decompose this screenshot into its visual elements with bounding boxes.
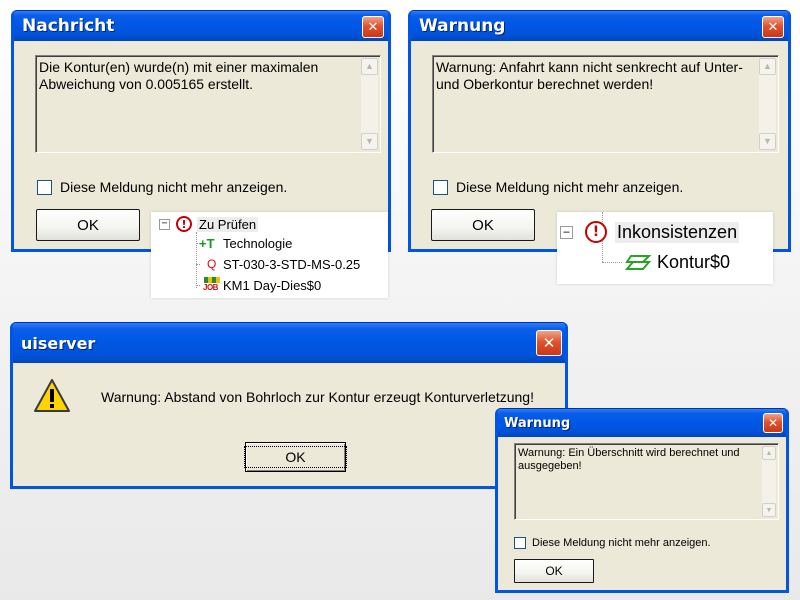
window-title: Warnung — [419, 16, 506, 36]
scroll-up-icon[interactable]: ▲ — [759, 58, 776, 75]
dont-show-again-checkbox[interactable]: Diese Meldung nicht mehr anzeigen. — [514, 537, 711, 549]
close-button[interactable]: ✕ — [536, 330, 562, 356]
collapse-icon[interactable]: − — [159, 218, 170, 230]
message-box: Die Kontur(en) wurde(n) mit einer maxima… — [35, 55, 381, 153]
tree-item-label: ST-030-3-STD-MS-0.25 — [223, 256, 361, 272]
titlebar[interactable]: uiserver ✕ — [13, 323, 565, 363]
ok-label: OK — [244, 446, 347, 468]
message-text: Warnung: Abstand von Bohrloch zur Kontur… — [101, 389, 534, 405]
ok-button[interactable]: OK — [244, 442, 347, 472]
collapse-icon[interactable]: − — [560, 225, 573, 239]
tree-item[interactable]: JOB KM1 Day-Dies$0 — [196, 276, 322, 294]
close-icon: ✕ — [767, 416, 779, 430]
close-button[interactable]: ✕ — [762, 16, 784, 38]
scrollbar[interactable]: ▲ ▼ — [759, 58, 776, 150]
scroll-down-icon[interactable]: ▼ — [759, 133, 776, 150]
titlebar[interactable]: Warnung ✕ — [498, 409, 786, 437]
message-box: Warnung: Ein Überschnitt wird berechnet … — [514, 443, 779, 520]
checkbox-box[interactable] — [514, 537, 526, 549]
scroll-down-icon[interactable]: ▼ — [361, 133, 378, 150]
close-icon: ✕ — [367, 19, 379, 35]
titlebar[interactable]: Nachricht ✕ — [14, 11, 388, 41]
tree-item[interactable]: +T Technologie — [196, 234, 293, 252]
checkbox-box[interactable] — [37, 179, 52, 195]
titlebar[interactable]: Warnung ✕ — [411, 11, 788, 41]
tree-item[interactable]: Kontur$0 — [623, 250, 730, 274]
tree-root-label: Zu Prüfen — [197, 216, 259, 232]
warning-circle-icon: ! — [585, 221, 607, 243]
message-text: Die Kontur(en) wurde(n) mit einer maxima… — [39, 59, 319, 92]
tree-branch — [196, 243, 200, 244]
tree-branch — [196, 264, 200, 265]
close-icon: ✕ — [542, 334, 556, 352]
dont-show-again-checkbox[interactable]: Diese Meldung nicht mehr anzeigen. — [37, 179, 287, 195]
checkbox-label: Diese Meldung nicht mehr anzeigen. — [532, 537, 711, 549]
close-icon: ✕ — [767, 19, 779, 35]
checkbox-label: Diese Meldung nicht mehr anzeigen. — [60, 179, 288, 195]
message-text: Warnung: Anfahrt kann nicht senkrecht au… — [436, 59, 743, 92]
ok-label: OK — [545, 564, 563, 578]
tree-panel-zu-pruefen: − ! Zu Prüfen +T Technologie Q ST-030-3-… — [151, 212, 388, 298]
window-title: Warnung — [504, 415, 571, 431]
job-icon: JOB — [199, 276, 223, 294]
dialog-body: Warnung: Abstand von Bohrloch zur Kontur… — [16, 363, 562, 483]
ok-button[interactable]: OK — [431, 209, 535, 241]
tree-item-label: Technologie — [223, 235, 293, 251]
scroll-up-icon[interactable]: ▲ — [361, 58, 378, 75]
scroll-down-icon[interactable]: ▼ — [762, 503, 776, 517]
close-button[interactable]: ✕ — [763, 413, 783, 433]
scroll-up-icon[interactable]: ▲ — [762, 446, 776, 460]
q-icon: Q — [207, 257, 217, 271]
checkbox-box[interactable] — [433, 179, 448, 195]
ok-button[interactable]: OK — [514, 559, 594, 583]
scrollbar[interactable]: ▲ ▼ — [762, 446, 776, 517]
contour-icon — [623, 252, 653, 272]
job-icon-text: JOB — [203, 283, 218, 292]
warning-triangle-icon — [32, 377, 72, 415]
tree-panel-inkonsistenzen: − ! Inkonsistenzen Kontur$0 — [557, 212, 773, 284]
tree-root-label: Inkonsistenzen — [615, 221, 740, 243]
dialog-uiserver: uiserver ✕ Warnung: Abstand von Bohrloch… — [10, 322, 568, 489]
window-title: Nachricht — [22, 16, 115, 36]
technology-icon: +T — [199, 235, 215, 251]
dont-show-again-checkbox[interactable]: Diese Meldung nicht mehr anzeigen. — [433, 179, 683, 195]
ok-label: OK — [472, 216, 494, 234]
message-text: Warnung: Ein Überschnitt wird berechnet … — [518, 447, 740, 473]
checkbox-label: Diese Meldung nicht mehr anzeigen. — [456, 179, 684, 195]
tree-root[interactable]: − ! Zu Prüfen — [159, 215, 259, 233]
tree-item-label: Kontur$0 — [657, 251, 731, 272]
tree-line — [196, 232, 197, 288]
tree-item[interactable]: Q ST-030-3-STD-MS-0.25 — [196, 255, 361, 273]
tree-root[interactable]: − ! Inkonsistenzen — [560, 220, 740, 244]
warning-circle-icon: ! — [176, 216, 192, 232]
warning-triangle-svg — [34, 379, 70, 412]
dialog-warnung-ueberschnitt: Warnung ✕ Warnung: Ein Überschnitt wird … — [495, 408, 789, 593]
tree-branch — [602, 262, 622, 263]
ok-label: OK — [77, 216, 99, 234]
window-title: uiserver — [21, 333, 96, 353]
ok-button[interactable]: OK — [36, 209, 140, 241]
contour-icon-svg — [624, 255, 652, 270]
tree-item-label: KM1 Day-Dies$0 — [223, 277, 322, 293]
dialog-body: Warnung: Ein Überschnitt wird berechnet … — [501, 437, 783, 587]
message-box: Warnung: Anfahrt kann nicht senkrecht au… — [432, 55, 779, 153]
scrollbar[interactable]: ▲ ▼ — [361, 58, 378, 150]
close-button[interactable]: ✕ — [362, 16, 384, 38]
